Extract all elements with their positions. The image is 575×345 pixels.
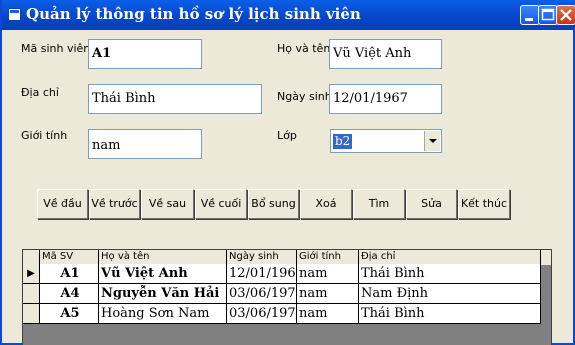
column-header-address[interactable]: Địa chỉ	[359, 250, 541, 265]
header-corner	[23, 250, 40, 265]
birth-date-field[interactable]: 12/01/1967	[329, 84, 442, 114]
last-record-button[interactable]: Về cuối	[195, 189, 247, 219]
cell-birth-date[interactable]: 03/06/1977	[227, 304, 297, 324]
cell-address[interactable]: Thái Bình	[359, 304, 541, 324]
chevron-down-icon[interactable]	[424, 131, 440, 151]
close-icon	[560, 9, 572, 21]
title-bar[interactable]: Quản lý thông tin hồ sơ lý lịch sinh viê…	[2, 0, 575, 30]
student-grid[interactable]: Mã SV Họ và tên Ngày sinh Giới tính Địa …	[22, 249, 552, 345]
cell-gender[interactable]: nam	[297, 304, 359, 324]
search-button[interactable]: Tìm	[353, 189, 405, 219]
class-label: Lớp	[277, 129, 297, 142]
cell-full-name[interactable]: Vũ Việt Anh	[99, 264, 227, 284]
cell-gender[interactable]: nam	[297, 264, 359, 284]
minimize-button[interactable]	[520, 5, 540, 25]
window-title: Quản lý thông tin hồ sơ lý lịch sinh viê…	[26, 5, 361, 23]
edit-button[interactable]: Sửa	[406, 189, 457, 219]
table-row[interactable]: A5 Hoàng Sơn Nam 03/06/1977 nam Thái Bìn…	[23, 304, 551, 324]
cell-full-name[interactable]: Nguyễn Văn Hải	[99, 284, 227, 304]
column-header-full-name[interactable]: Họ và tên	[99, 250, 227, 265]
first-record-button[interactable]: Về đầu	[37, 189, 88, 219]
column-header-gender[interactable]: Giới tính	[297, 250, 359, 265]
address-label: Địa chỉ	[21, 86, 59, 99]
app-icon	[8, 8, 21, 21]
student-id-label: Mã sinh viên	[21, 42, 91, 55]
row-selector[interactable]	[23, 304, 40, 324]
class-selected-value: b2	[333, 134, 353, 149]
cell-student-id[interactable]: A1	[40, 264, 99, 284]
full-name-label: Họ và tên	[277, 42, 331, 55]
column-header-student-id[interactable]: Mã SV	[40, 250, 99, 265]
cell-address[interactable]: Thái Bình	[359, 264, 541, 284]
full-name-field[interactable]: Vũ Việt Anh	[329, 39, 442, 69]
cell-student-id[interactable]: A5	[40, 304, 99, 324]
close-button[interactable]	[556, 5, 575, 25]
next-record-button[interactable]: Về sau	[141, 189, 194, 219]
cell-birth-date[interactable]: 12/01/1967	[227, 264, 297, 284]
gender-label: Giới tính	[21, 129, 68, 142]
add-button[interactable]: Bổ sung	[248, 189, 299, 219]
current-row-indicator-icon: ▶	[23, 264, 40, 284]
table-row[interactable]: ▶ A1 Vũ Việt Anh 12/01/1967 nam Thái Bìn…	[23, 264, 551, 284]
cell-birth-date[interactable]: 03/06/1977	[227, 284, 297, 304]
previous-record-button[interactable]: Về trước	[89, 189, 140, 219]
table-row[interactable]: A4 Nguyễn Văn Hải 03/06/1977 nam Nam Địn…	[23, 284, 551, 304]
exit-button[interactable]: Kết thúc	[458, 189, 510, 219]
cell-address[interactable]: Nam Định	[359, 284, 541, 304]
grid-header: Mã SV Họ và tên Ngày sinh Giới tính Địa …	[23, 250, 551, 265]
cell-full-name[interactable]: Hoàng Sơn Nam	[99, 304, 227, 324]
row-selector[interactable]	[23, 284, 40, 304]
cell-student-id[interactable]: A4	[40, 284, 99, 304]
cell-gender[interactable]: nam	[297, 284, 359, 304]
student-id-field[interactable]: A1	[88, 39, 202, 69]
gender-field[interactable]: nam	[88, 129, 202, 159]
column-header-birth-date[interactable]: Ngày sinh	[227, 250, 297, 265]
delete-button[interactable]: Xoá	[300, 189, 352, 219]
birth-date-label: Ngày sinh	[277, 90, 332, 103]
maximize-icon	[541, 8, 555, 21]
address-field[interactable]: Thái Bình	[88, 84, 262, 114]
minimize-icon	[525, 18, 533, 21]
main-window: Quản lý thông tin hồ sơ lý lịch sinh viê…	[0, 0, 575, 345]
class-select[interactable]: b2	[330, 129, 442, 153]
maximize-button[interactable]	[538, 5, 558, 25]
